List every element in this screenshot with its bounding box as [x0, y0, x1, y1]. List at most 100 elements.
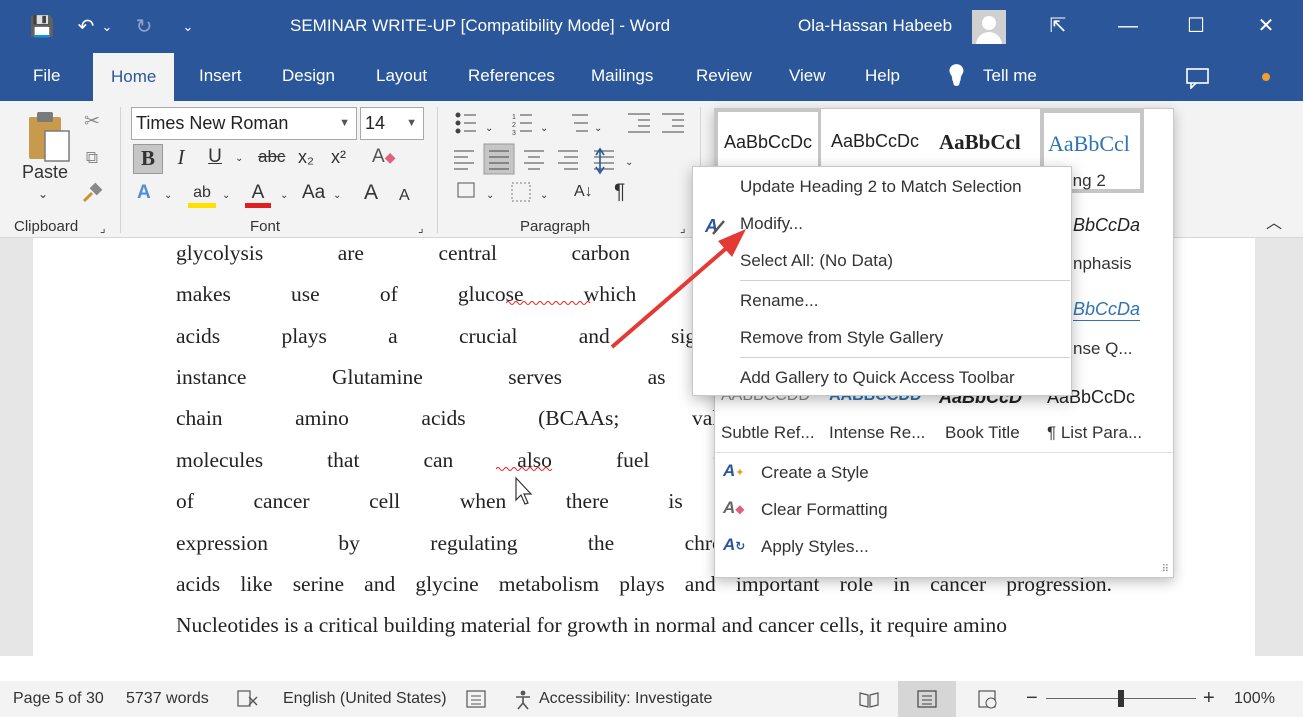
clipboard-group-label: Clipboard — [14, 218, 79, 235]
page-count[interactable]: Page 5 of 30 — [13, 690, 104, 708]
font-size-combo[interactable]: 14 ▼ — [360, 107, 424, 140]
paste-dropdown-icon[interactable]: ⌄ — [38, 181, 48, 209]
chevron-down-icon[interactable]: ▼ — [339, 108, 350, 139]
notification-dot — [1262, 73, 1270, 81]
tab-home[interactable]: Home — [93, 53, 175, 101]
svg-text:3: 3 — [512, 130, 516, 137]
font-size-value: 14 — [365, 113, 386, 133]
change-case-button[interactable]: Aa — [302, 180, 325, 208]
chevron-down-icon[interactable]: ▼ — [406, 108, 417, 139]
proofing-icon[interactable] — [236, 689, 260, 709]
tab-layout[interactable]: Layout — [376, 66, 427, 86]
customize-qat-icon[interactable]: ⌄ — [174, 12, 202, 42]
title-bar: 💾 ↶ ⌄ ↻ ⌄ SEMINAR WRITE-UP [Compatibilit… — [0, 0, 1303, 53]
maximize-button[interactable]: ☐ — [1178, 10, 1214, 42]
tab-references[interactable]: References — [468, 66, 555, 86]
accessibility-icon[interactable] — [513, 689, 535, 711]
track-changes-icon[interactable] — [465, 689, 487, 709]
collapse-ribbon-icon[interactable]: ︿ — [1266, 211, 1282, 239]
spelling-error-squiggle — [496, 467, 553, 471]
undo-icon[interactable]: ↶ — [72, 12, 100, 42]
shading-dropdown-icon[interactable]: ⌄ — [486, 183, 494, 211]
avatar[interactable] — [972, 10, 1006, 44]
zoom-level[interactable]: 100% — [1234, 690, 1275, 708]
tab-mailings[interactable]: Mailings — [591, 66, 653, 86]
font-name-combo[interactable]: Times New Roman ▼ — [131, 107, 357, 140]
zoom-slider-thumb[interactable] — [1118, 690, 1124, 707]
resize-grip-icon[interactable]: ⠿ — [1162, 564, 1169, 575]
copy-icon[interactable]: ⧉ — [80, 145, 104, 173]
clear-formatting-eraser-icon[interactable]: A◆ — [372, 144, 395, 172]
zoom-out-button[interactable]: − — [1026, 687, 1038, 710]
grow-font-button[interactable]: A — [364, 180, 378, 208]
minimize-button[interactable]: — — [1110, 10, 1146, 42]
tab-help[interactable]: Help — [865, 66, 900, 86]
tab-review[interactable]: Review — [696, 66, 752, 86]
strikethrough-button[interactable]: abc — [258, 144, 285, 172]
word-count[interactable]: 5737 words — [126, 690, 209, 708]
web-layout-icon[interactable] — [977, 689, 999, 709]
svg-text:1: 1 — [512, 114, 516, 121]
shrink-font-button[interactable]: A — [399, 183, 410, 211]
chevron-down-icon[interactable]: ⌄ — [333, 183, 341, 211]
clear-formatting-command[interactable]: Clear Formatting — [761, 500, 888, 520]
style-emphasis[interactable]: BbCcDa nphasis — [1073, 209, 1173, 281]
superscript-button[interactable]: x² — [331, 144, 346, 172]
zoom-in-button[interactable]: + — [1203, 687, 1215, 710]
chevron-down-icon[interactable]: ⌄ — [164, 183, 172, 211]
ribbon-tabs: File Home Insert Design Layout Reference… — [0, 53, 1303, 101]
tab-file[interactable]: File — [33, 66, 60, 86]
format-painter-icon[interactable] — [80, 181, 104, 205]
user-name[interactable]: Ola-Hassan Habeeb — [798, 16, 952, 36]
print-layout-button[interactable] — [898, 681, 956, 717]
ribbon-display-options-icon[interactable]: ⇱ — [1040, 10, 1076, 42]
doc-line[interactable]: Nucleotides is a critical building mater… — [176, 611, 1112, 639]
underline-button[interactable]: U — [204, 144, 226, 172]
svg-text:2: 2 — [512, 122, 516, 129]
highlight-button[interactable]: ab — [188, 180, 216, 208]
comments-icon[interactable] — [1185, 67, 1211, 89]
tell-me-search[interactable]: Tell me — [983, 66, 1037, 86]
clear-formatting-icon: A◆ — [723, 498, 745, 517]
bold-button[interactable]: B — [133, 144, 163, 174]
tab-insert[interactable]: Insert — [199, 66, 242, 86]
multilevel-dropdown-icon[interactable]: ⌄ — [594, 116, 602, 144]
save-icon[interactable]: 💾 — [28, 12, 56, 42]
accessibility-status[interactable]: Accessibility: Investigate — [539, 690, 712, 708]
language[interactable]: English (United States) — [283, 690, 447, 708]
tab-view[interactable]: View — [789, 66, 826, 86]
show-marks-button[interactable]: ¶ — [614, 179, 625, 207]
chevron-down-icon[interactable]: ⌄ — [235, 146, 243, 174]
italic-button[interactable]: I — [170, 144, 192, 172]
apply-styles-command[interactable]: Apply Styles... — [761, 537, 869, 557]
paragraph-group-label: Paragraph — [520, 218, 591, 235]
undo-dropdown-icon[interactable]: ⌄ — [100, 12, 114, 42]
annotation-arrow — [610, 229, 746, 349]
cut-icon[interactable]: ✂ — [80, 109, 104, 137]
spelling-error-squiggle — [506, 301, 591, 305]
chevron-down-icon[interactable]: ⌄ — [280, 183, 288, 211]
clipboard-paste-icon[interactable] — [25, 109, 71, 163]
numbering-dropdown-icon[interactable]: ⌄ — [540, 116, 548, 144]
borders-dropdown-icon[interactable]: ⌄ — [540, 183, 548, 211]
bullets-dropdown-icon[interactable]: ⌄ — [485, 116, 493, 144]
text-effects-button[interactable]: A — [137, 180, 151, 208]
subscript-button[interactable]: x₂ — [298, 144, 314, 172]
apply-styles-icon: A↻ — [723, 535, 746, 554]
create-style-icon: A✦ — [723, 461, 745, 480]
style-intense-quote[interactable]: BbCcDa nse Q... — [1073, 294, 1173, 366]
zoom-slider-track[interactable] — [1046, 690, 1196, 707]
read-mode-icon[interactable] — [858, 689, 880, 709]
redo-icon[interactable]: ↻ — [130, 12, 158, 42]
lightbulb-icon: 💡 — [944, 65, 969, 87]
tab-design[interactable]: Design — [282, 66, 335, 86]
create-style-command[interactable]: Create a Style — [761, 463, 869, 483]
menu-item-add-to-qat[interactable]: Add Gallery to Quick Access Toolbar — [693, 360, 1071, 396]
sort-button[interactable]: A↓ — [574, 179, 593, 207]
menu-item-update-heading[interactable]: Update Heading 2 to Match Selection — [693, 169, 1071, 205]
font-color-button[interactable]: A — [245, 180, 271, 208]
chevron-down-icon[interactable]: ⌄ — [222, 183, 230, 211]
close-button[interactable]: ✕ — [1248, 10, 1284, 42]
line-spacing-dropdown-icon[interactable]: ⌄ — [625, 150, 633, 178]
status-bar: Page 5 of 30 5737 words English (United … — [0, 681, 1303, 717]
